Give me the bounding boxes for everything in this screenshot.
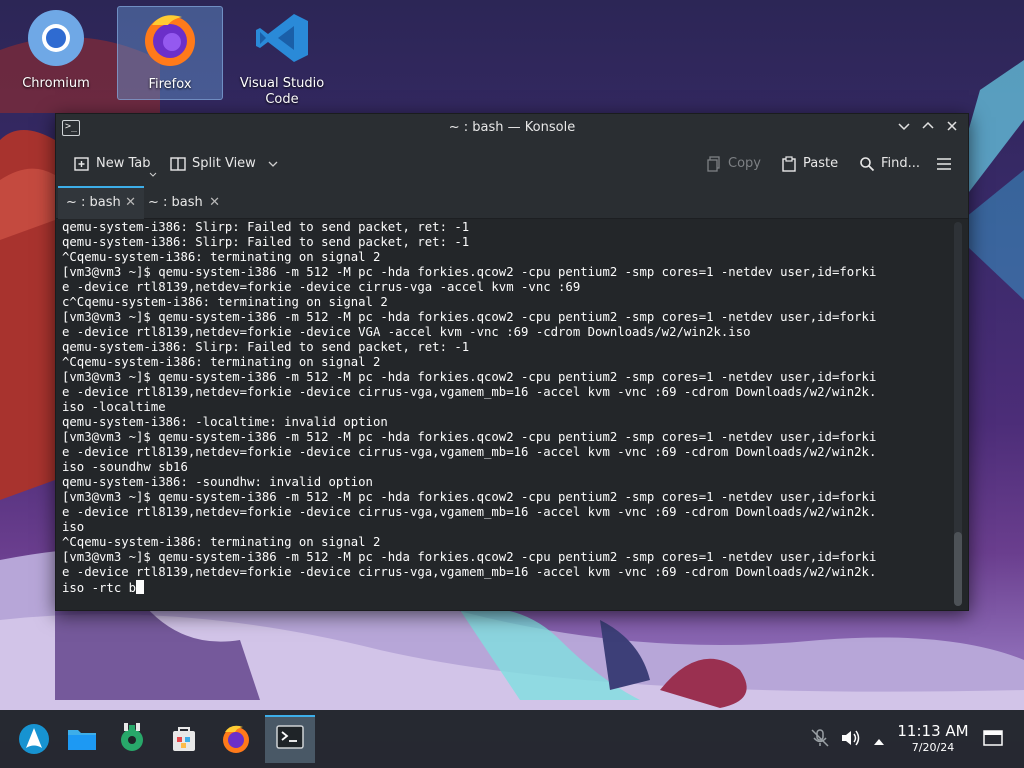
terminal-line: qemu-system-i386: -soundhw: invalid opti… xyxy=(62,475,373,489)
chromium-icon xyxy=(28,10,84,66)
new-tab-icon xyxy=(74,156,89,171)
find-label: Find... xyxy=(881,156,921,171)
toolbar: New Tab Split View Copy Paste Find... xyxy=(56,142,968,186)
tab-label: ~ : bash xyxy=(66,195,121,210)
new-tab-label: New Tab xyxy=(96,156,151,171)
desktop-icon-chromium[interactable]: Chromium xyxy=(4,6,108,98)
desktop-icon-label: Visual Studio Code xyxy=(239,76,325,107)
close-button[interactable] xyxy=(942,118,962,138)
terminal-scrollbar[interactable] xyxy=(954,222,962,606)
terminal-line: [vm3@vm3 ~]$ qemu-system-i386 -m 512 -M … xyxy=(62,370,877,384)
terminal-line: e -device rtl8139,netdev=forkie -device … xyxy=(62,445,877,459)
terminal-line: qemu-system-i386: Slirp: Failed to send … xyxy=(62,220,470,234)
clock-date[interactable]: 7/20/24 xyxy=(890,741,976,754)
terminal-line: e -device rtl8139,netdev=forkie -device … xyxy=(62,280,581,294)
window-title: ~ : bash — Konsole xyxy=(448,120,576,135)
desktop-icon-label: Firefox xyxy=(148,77,192,92)
paste-button[interactable]: Paste xyxy=(781,154,838,174)
terminal-line: e -device rtl8139,netdev=forkie -device … xyxy=(62,505,877,519)
close-icon xyxy=(947,121,957,131)
terminal-line: e -device rtl8139,netdev=forkie -device … xyxy=(62,385,877,399)
copy-button[interactable]: Copy xyxy=(706,154,761,174)
terminal-line: [vm3@vm3 ~]$ qemu-system-i386 -m 512 -M … xyxy=(62,490,877,504)
scrollbar-thumb[interactable] xyxy=(954,532,962,606)
terminal-cursor xyxy=(136,580,145,594)
terminal-line: [vm3@vm3 ~]$ qemu-system-i386 -m 512 -M … xyxy=(62,550,877,564)
clock-time[interactable]: 11:13 AM xyxy=(890,722,976,740)
maximize-button[interactable] xyxy=(918,118,938,138)
konsole-window: >_ ~ : bash — Konsole New Tab Split View… xyxy=(55,113,969,611)
discover-icon[interactable] xyxy=(164,719,204,759)
tab-close-icon[interactable]: ✕ xyxy=(209,188,220,217)
desktop-icon-firefox[interactable]: Firefox xyxy=(117,6,223,100)
firefox-icon xyxy=(145,15,195,66)
terminal-line: [vm3@vm3 ~]$ qemu-system-i386 -m 512 -M … xyxy=(62,310,877,324)
terminal-output[interactable]: qemu-system-i386: Slirp: Failed to send … xyxy=(56,219,968,610)
desktop-icon-label: Chromium xyxy=(22,76,90,91)
system-tray-expand-icon[interactable] xyxy=(873,732,885,751)
volume-icon[interactable] xyxy=(840,728,862,752)
terminal-line: e -device rtl8139,netdev=forkie -device … xyxy=(62,565,877,579)
terminal-line: ^Cqemu-system-i386: terminating on signa… xyxy=(62,535,381,549)
desktop-icon-vscode[interactable]: Visual Studio Code xyxy=(230,6,334,107)
konsole-icon[interactable] xyxy=(265,715,315,763)
taskbar: 11:13 AM 7/20/24 xyxy=(0,710,1024,768)
vscode-icon xyxy=(256,14,308,62)
hamburger-menu-icon xyxy=(937,157,951,170)
show-desktop-icon[interactable] xyxy=(982,727,1004,753)
tab-bash-1[interactable]: ~ : bash ✕ xyxy=(58,186,144,219)
terminal-line: [vm3@vm3 ~]$ qemu-system-i386 -m 512 -M … xyxy=(62,265,877,279)
paste-icon xyxy=(782,155,796,172)
tab-close-icon[interactable]: ✕ xyxy=(125,188,136,217)
split-view-icon xyxy=(170,156,186,171)
title-bar[interactable]: >_ ~ : bash — Konsole xyxy=(56,114,968,142)
terminal-line: ^Cqemu-system-i386: terminating on signa… xyxy=(62,250,381,264)
chevron-down-icon xyxy=(268,161,278,167)
muted-microphone-icon[interactable] xyxy=(810,728,830,752)
file-manager-icon[interactable] xyxy=(62,719,102,759)
find-button[interactable]: Find... xyxy=(859,154,920,174)
tab-label: ~ : bash xyxy=(148,195,203,210)
terminal-line: [vm3@vm3 ~]$ qemu-system-i386 -m 512 -M … xyxy=(62,430,877,444)
application-launcher-icon[interactable] xyxy=(14,719,54,759)
chevron-down-icon[interactable] xyxy=(149,172,157,178)
tab-bar: ~ : bash ✕ ~ : bash ✕ xyxy=(56,186,968,219)
new-tab-button[interactable]: New Tab xyxy=(74,154,151,174)
terminal-line: c^Cqemu-system-i386: terminating on sign… xyxy=(62,295,388,309)
terminal-line: iso xyxy=(62,520,85,534)
terminal-line: iso -rtc b xyxy=(62,580,145,595)
paste-label: Paste xyxy=(803,156,839,171)
terminal-line: iso -localtime xyxy=(62,400,166,414)
tab-bash-2[interactable]: ~ : bash ✕ xyxy=(140,188,228,217)
terminal-line: qemu-system-i386: -localtime: invalid op… xyxy=(62,415,388,429)
split-view-button[interactable]: Split View xyxy=(170,154,278,174)
copy-label: Copy xyxy=(728,156,761,171)
terminal-line: qemu-system-i386: Slirp: Failed to send … xyxy=(62,340,470,354)
terminal-line: ^Cqemu-system-i386: terminating on signa… xyxy=(62,355,381,369)
terminal-line: qemu-system-i386: Slirp: Failed to send … xyxy=(62,235,470,249)
terminal-line: e -device rtl8139,netdev=forkie -device … xyxy=(62,325,751,339)
terminal-line: iso -soundhw sb16 xyxy=(62,460,188,474)
split-view-label: Split View xyxy=(192,156,256,171)
firefox-icon[interactable] xyxy=(216,719,256,759)
copy-icon xyxy=(707,155,720,172)
search-icon xyxy=(860,156,875,171)
hamburger-menu-button[interactable] xyxy=(936,154,958,174)
system-settings-icon[interactable] xyxy=(112,719,152,759)
chevron-down-icon[interactable] xyxy=(894,118,914,138)
